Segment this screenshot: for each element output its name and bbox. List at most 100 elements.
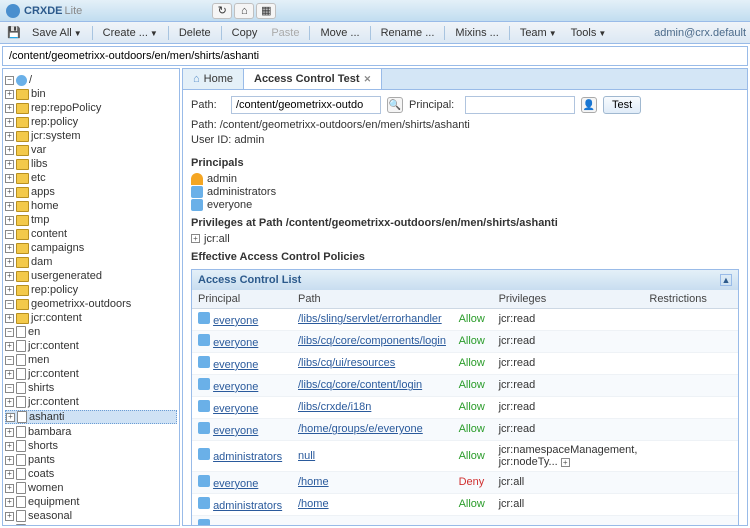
path-link[interactable]: /libs/crxde/i18n bbox=[298, 401, 371, 413]
expand-icon[interactable]: + bbox=[5, 132, 14, 141]
table-row[interactable]: everyone/libs/crxde/i18nAllowjcr:read bbox=[192, 396, 738, 418]
principal-link[interactable]: everyone bbox=[213, 315, 258, 327]
path-link[interactable]: /libs/cq/core/content/login bbox=[298, 379, 422, 391]
path-link[interactable]: /home bbox=[298, 476, 329, 488]
collapse-icon[interactable]: − bbox=[5, 328, 14, 337]
expand-icon[interactable]: + bbox=[5, 160, 14, 169]
home-icon[interactable]: ⌂ bbox=[234, 3, 254, 19]
tree-node[interactable]: +jcr:system bbox=[5, 130, 177, 142]
expand-icon[interactable]: + bbox=[5, 342, 14, 351]
tree-node[interactable]: −geometrixx-outdoors bbox=[5, 298, 177, 310]
expand-icon[interactable]: + bbox=[5, 498, 14, 507]
expand-icon[interactable]: + bbox=[5, 174, 14, 183]
expand-icon[interactable]: + bbox=[5, 314, 14, 323]
tree-node[interactable]: +equipment bbox=[5, 496, 177, 508]
path-link[interactable]: null bbox=[298, 450, 315, 462]
collapse-icon[interactable]: − bbox=[5, 384, 14, 393]
expand-icon[interactable]: + bbox=[5, 272, 14, 281]
test-button[interactable]: Test bbox=[603, 96, 641, 114]
expand-icon[interactable]: + bbox=[5, 456, 14, 465]
table-row[interactable]: everyone/home/groups/e/everyoneAllowjcr:… bbox=[192, 418, 738, 440]
expand-icon[interactable]: + bbox=[5, 286, 14, 295]
tree-node[interactable]: +jcr:content bbox=[5, 340, 177, 352]
col-restrictions[interactable]: Restrictions bbox=[643, 290, 738, 309]
tree-node[interactable]: +bambara bbox=[5, 426, 177, 438]
collapse-icon[interactable]: − bbox=[5, 230, 14, 239]
collapse-icon[interactable]: − bbox=[5, 356, 14, 365]
create-button[interactable]: Create ...▼ bbox=[97, 25, 164, 41]
expand-icon[interactable]: + bbox=[5, 188, 14, 197]
path-browse-icon[interactable]: 🔍 bbox=[387, 97, 403, 113]
tree-node[interactable]: +usergenerated bbox=[5, 270, 177, 282]
tree-node[interactable]: +pants bbox=[5, 454, 177, 466]
tree-node[interactable]: +rep:repoPolicy bbox=[5, 102, 177, 114]
expand-icon[interactable]: + bbox=[5, 216, 14, 225]
package-icon[interactable]: ▦ bbox=[256, 3, 276, 19]
expand-icon[interactable]: + bbox=[5, 398, 14, 407]
tree-node[interactable]: +dam bbox=[5, 256, 177, 268]
tree-node[interactable]: +shorts bbox=[5, 440, 177, 452]
tree-node[interactable]: +rep:policy bbox=[5, 116, 177, 128]
col-privileges[interactable]: Privileges bbox=[493, 290, 644, 309]
repository-tree[interactable]: −/+bin+rep:repoPolicy+rep:policy+jcr:sys… bbox=[2, 68, 180, 526]
collapse-icon[interactable]: ▲ bbox=[720, 274, 732, 286]
principal-link[interactable]: administrators bbox=[213, 451, 282, 463]
col-principal[interactable]: Principal bbox=[192, 290, 292, 309]
tree-node[interactable]: +unlimited-blog bbox=[5, 524, 177, 526]
move-button[interactable]: Move ... bbox=[314, 25, 365, 41]
tab-access-control-test[interactable]: Access Control Test ✕ bbox=[244, 69, 382, 89]
act-path-input[interactable] bbox=[231, 96, 381, 114]
expand-icon[interactable]: + bbox=[191, 234, 200, 243]
principal-browse-icon[interactable]: 👤 bbox=[581, 97, 597, 113]
table-row[interactable]: everyone/libs/sling/servlet/errorhandler… bbox=[192, 308, 738, 330]
expand-icon[interactable]: + bbox=[5, 258, 14, 267]
principal-link[interactable]: everyone bbox=[213, 381, 258, 393]
path-link[interactable]: /libs/cq/core/components/login bbox=[298, 335, 446, 347]
tools-button[interactable]: Tools▼ bbox=[565, 25, 613, 41]
expand-icon[interactable]: + bbox=[5, 104, 14, 113]
expand-icon[interactable]: + bbox=[5, 470, 14, 479]
expand-icon[interactable]: + bbox=[5, 244, 14, 253]
tree-node[interactable]: +libs bbox=[5, 158, 177, 170]
tree-node[interactable]: +etc bbox=[5, 172, 177, 184]
table-row[interactable]: everyone/libs/cq/ui/resourcesAllowjcr:re… bbox=[192, 352, 738, 374]
principal-link[interactable]: administrators bbox=[213, 500, 282, 512]
team-button[interactable]: Team▼ bbox=[514, 25, 563, 41]
expand-icon[interactable]: + bbox=[5, 370, 14, 379]
tree-node[interactable]: +jcr:content bbox=[5, 312, 177, 324]
expand-icon[interactable]: + bbox=[5, 512, 14, 521]
tree-node[interactable]: +var bbox=[5, 144, 177, 156]
tree-node[interactable]: −content bbox=[5, 228, 177, 240]
principal-link[interactable]: everyone bbox=[213, 359, 258, 371]
copy-button[interactable]: Copy bbox=[226, 25, 264, 41]
expand-icon[interactable]: + bbox=[5, 526, 14, 527]
close-icon[interactable]: ✕ bbox=[364, 74, 372, 85]
table-row[interactable]: administrators/homeAllowjcr:all bbox=[192, 493, 738, 515]
path-input[interactable] bbox=[3, 47, 747, 65]
save-all-button[interactable]: Save All▼ bbox=[26, 25, 88, 41]
tree-node[interactable]: +jcr:content bbox=[5, 368, 177, 380]
collapse-icon[interactable]: − bbox=[5, 300, 14, 309]
tree-node[interactable]: −en bbox=[5, 326, 177, 338]
expand-icon[interactable]: + bbox=[5, 202, 14, 211]
col-perm[interactable] bbox=[453, 290, 493, 309]
tree-node[interactable]: +campaigns bbox=[5, 242, 177, 254]
tree-node[interactable]: +bin bbox=[5, 88, 177, 100]
tree-node[interactable]: +rep:policy bbox=[5, 284, 177, 296]
tree-node[interactable]: +home bbox=[5, 200, 177, 212]
tree-node[interactable]: +tmp bbox=[5, 214, 177, 226]
table-row[interactable]: everyone/libs/cq/core/content/loginAllow… bbox=[192, 374, 738, 396]
refresh-icon[interactable]: ↻ bbox=[212, 3, 232, 19]
delete-button[interactable]: Delete bbox=[173, 25, 217, 41]
rename-button[interactable]: Rename ... bbox=[375, 25, 441, 41]
mixins-button[interactable]: Mixins ... bbox=[449, 25, 504, 41]
tree-node[interactable]: +ashanti bbox=[5, 410, 177, 424]
path-link[interactable]: /home bbox=[298, 498, 329, 510]
expand-icon[interactable]: + bbox=[5, 118, 14, 127]
table-row[interactable]: everyone/libs/cq/core/components/loginAl… bbox=[192, 330, 738, 352]
table-row[interactable]: user-administrators/homeAllowjcr:all bbox=[192, 515, 738, 526]
act-principal-input[interactable] bbox=[465, 96, 575, 114]
path-link[interactable]: /libs/sling/servlet/errorhandler bbox=[298, 313, 442, 325]
tree-node[interactable]: +women bbox=[5, 482, 177, 494]
expand-icon[interactable]: + bbox=[5, 428, 14, 437]
